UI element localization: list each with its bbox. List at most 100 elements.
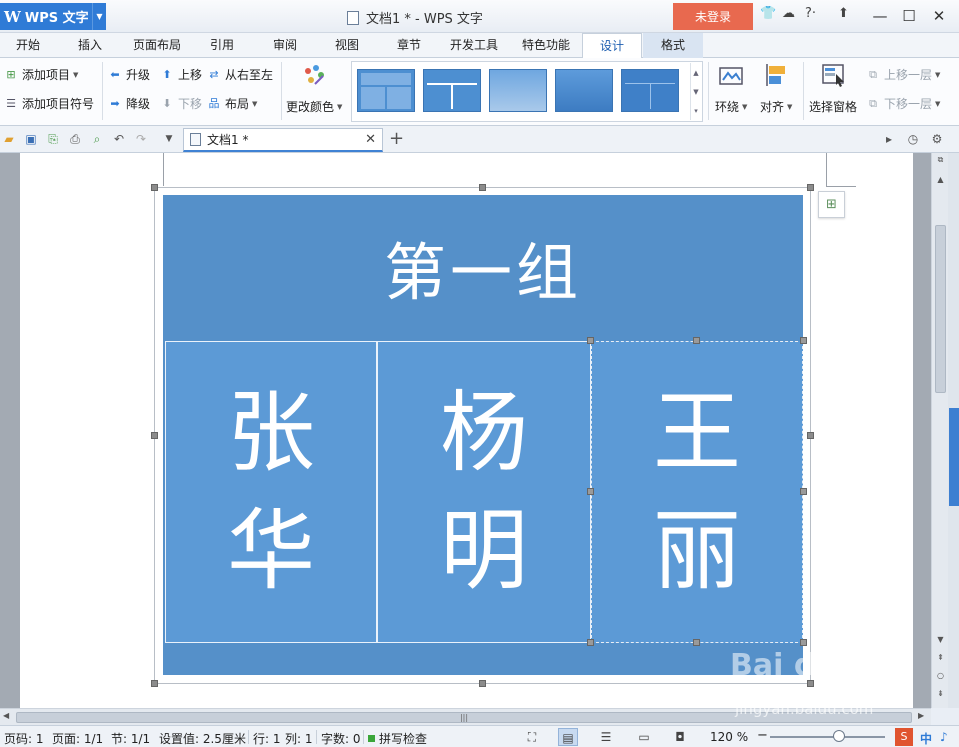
side-panel-toggle[interactable] [949,408,959,506]
spell-check-toggle[interactable]: 拼写检查 [368,730,427,747]
vertical-scrollbar[interactable]: ⧉ ▲ ▼ ⇞ ○ ⇟ [931,153,948,708]
resize-handle[interactable] [151,432,158,439]
member-box[interactable]: 杨 明 [377,341,591,643]
zoom-slider[interactable] [770,736,885,738]
demote-button[interactable]: ➡ 降级 [108,95,150,112]
change-colors-button[interactable]: 更改颜色 ▼ [286,62,342,115]
chat-icon[interactable]: ☁ [782,6,795,21]
zoom-level[interactable]: 120 % [710,730,748,744]
help-icon[interactable]: ?· [805,6,816,21]
dock-icon[interactable]: ▸ [882,132,896,146]
style-thumbnail[interactable] [489,69,547,112]
tab-format[interactable]: 格式 [643,33,703,58]
prev-page-icon[interactable]: ⇞ [932,651,949,665]
resize-handle[interactable] [479,184,486,191]
reading-view-icon[interactable]: ◘ [670,728,690,746]
login-button[interactable]: 未登录 [673,3,753,30]
style-thumbnail[interactable] [357,69,415,112]
tab-chapter[interactable]: 章节 [385,33,433,58]
org-chart[interactable]: 第一组 张 华 杨 明 王 丽 [163,195,803,675]
skin-icon[interactable]: 👕 [760,6,776,21]
split-icon[interactable]: ⧉ [932,153,949,167]
web-view-icon[interactable]: ▭ [634,728,654,746]
resize-handle[interactable] [800,488,807,495]
new-tab-icon[interactable]: + [389,128,404,149]
style-thumbnail[interactable] [423,69,481,112]
style-thumbnail[interactable] [621,69,679,112]
zoom-slider-knob[interactable] [833,730,845,742]
layout-options-icon[interactable]: ⊞ [818,191,845,218]
resize-handle[interactable] [693,337,700,344]
resize-handle[interactable] [151,680,158,687]
member-box-selected[interactable]: 王 丽 [591,341,803,643]
align-button[interactable]: 对齐 ▼ [760,62,792,115]
resize-handle[interactable] [587,639,594,646]
resize-handle[interactable] [151,184,158,191]
document-tab[interactable]: 文档1 * ✕ [183,128,383,152]
maximize-button[interactable]: ☐ [894,4,924,28]
export-pdf-icon[interactable]: ⎘ [46,132,60,146]
clock-icon[interactable]: ◷ [906,132,920,146]
send-backward-button[interactable]: ⧉ 下移一层 ▼ [866,95,940,112]
scroll-up-icon[interactable]: ▲ [932,173,949,187]
resize-handle[interactable] [693,639,700,646]
close-button[interactable]: ✕ [924,4,954,28]
add-bullet-button[interactable]: ☰ 添加项目符号 [4,95,94,112]
group-title[interactable]: 第一组 [163,195,803,339]
promote-button[interactable]: ⬅ 升级 [108,66,150,83]
status-word-count[interactable]: 字数: 0 [321,730,361,747]
expand-icon[interactable]: ▾ [694,107,698,115]
scroll-right-icon[interactable]: ▶ [918,711,924,720]
tab-references[interactable]: 引用 [198,33,246,58]
right-to-left-button[interactable]: ⇄ 从右至左 [207,66,273,83]
tab-page-layout[interactable]: 页面布局 [127,33,187,58]
undo-icon[interactable]: ↶ [112,132,126,146]
bring-forward-button[interactable]: ⧉ 上移一层 ▼ [866,66,940,83]
move-up-button[interactable]: ⬆ 上移 [160,66,202,83]
scroll-left-icon[interactable]: ◀ [3,711,9,720]
outline-view-icon[interactable]: ☰ [596,728,616,746]
member-box[interactable]: 张 华 [165,341,377,643]
tab-special[interactable]: 特色功能 [515,33,577,58]
redo-icon[interactable]: ↷ [134,132,148,146]
add-item-button[interactable]: ⊞ 添加项目 ▼ [4,66,78,83]
scroll-down-icon[interactable]: ▼ [932,633,949,647]
move-down-button[interactable]: ⬇ 下移 [160,95,202,112]
page[interactable]: 第一组 张 华 杨 明 王 丽 [20,153,913,708]
tab-review[interactable]: 审阅 [261,33,309,58]
chevron-up-icon[interactable]: ▲ [693,69,698,77]
chevron-down-icon[interactable]: ▼ [92,3,106,30]
next-page-icon[interactable]: ⇟ [932,687,949,701]
close-tab-icon[interactable]: ✕ [365,132,376,147]
print-preview-icon[interactable]: ⌕ [90,132,104,146]
app-menu-button[interactable]: W WPS 文字 ▼ [0,3,106,30]
style-thumbnail[interactable] [555,69,613,112]
tab-developer[interactable]: 开发工具 [444,33,504,58]
wrap-button[interactable]: 环绕 ▼ [715,62,747,115]
resize-handle[interactable] [587,488,594,495]
save-icon[interactable]: ▣ [24,132,38,146]
tab-home[interactable]: 开始 [4,33,52,58]
ime-punctuation-icon[interactable]: ♪ [940,730,948,744]
upload-icon[interactable]: ⬆ [838,6,849,21]
chevron-down-icon[interactable]: ▼ [693,88,698,96]
resize-handle[interactable] [807,432,814,439]
resize-handle[interactable] [807,184,814,191]
ime-mode[interactable]: 中 [920,730,932,747]
selection-pane-button[interactable]: 选择窗格 [809,62,857,115]
browse-object-icon[interactable]: ○ [932,669,949,683]
resize-handle[interactable] [479,680,486,687]
open-folder-icon[interactable]: ▰ [2,132,16,146]
ime-logo-icon[interactable]: S [895,728,913,746]
vertical-scroll-thumb[interactable] [935,225,946,393]
settings-icon[interactable]: ⚙ [930,132,944,146]
style-gallery[interactable]: ▲ ▼ ▾ [351,61,703,122]
customize-dropdown-icon[interactable]: ▼ [162,132,176,146]
zoom-out-icon[interactable]: − [757,728,768,743]
resize-handle[interactable] [800,337,807,344]
gallery-scroll[interactable]: ▲ ▼ ▾ [690,63,701,120]
layout-button[interactable]: 品 布局 ▼ [207,95,258,112]
minimize-button[interactable]: — [865,4,895,28]
tab-insert[interactable]: 插入 [66,33,114,58]
print-icon[interactable]: ⎙ [68,132,82,146]
